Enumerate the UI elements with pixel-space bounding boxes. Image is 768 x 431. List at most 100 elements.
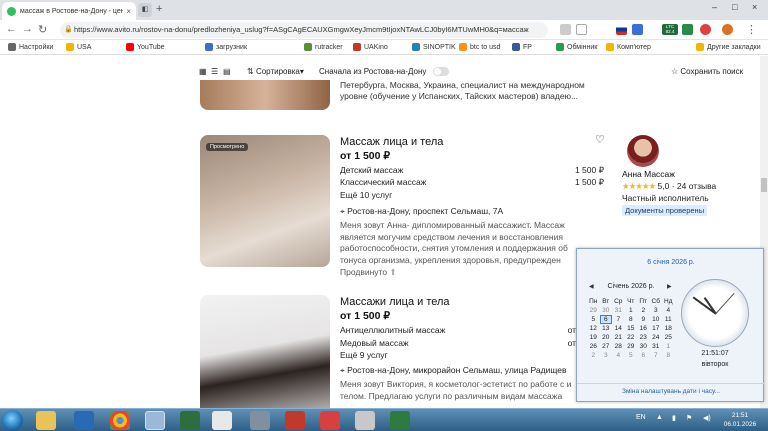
calendar-day[interactable]: 7 xyxy=(612,315,625,324)
calendar-day[interactable]: 22 xyxy=(625,333,638,342)
browser-menu-icon[interactable]: ⋮ xyxy=(746,23,757,36)
calendar-day[interactable]: 2 xyxy=(587,351,600,360)
calendar-day[interactable]: 1 xyxy=(662,342,675,351)
calendar-day[interactable]: 15 xyxy=(625,324,638,333)
rostov-first-toggle[interactable] xyxy=(433,67,449,76)
listing-title[interactable]: Массажи лица и тела xyxy=(340,296,450,308)
date-time-settings-link[interactable]: Зміна налаштувань дати і часу... xyxy=(577,383,765,403)
listing-image-previous[interactable] xyxy=(200,80,330,110)
url-input[interactable]: 🔒 https://www.avito.ru/rostov-na-donu/pr… xyxy=(60,22,548,38)
calendar-day[interactable]: 6 xyxy=(637,351,650,360)
ltc-price-badge[interactable]: LTC 82.4 xyxy=(662,24,678,35)
app-icon[interactable] xyxy=(320,411,340,430)
browser-tab-active[interactable]: массаж в Ростове-на-Дону - цен × xyxy=(2,2,136,20)
profile-avatar[interactable] xyxy=(722,24,733,35)
webroot-icon[interactable] xyxy=(74,411,94,430)
more-services-link[interactable]: Ещё 10 услуг xyxy=(340,190,392,200)
calendar-day[interactable]: 8 xyxy=(662,351,675,360)
back-arrow-icon[interactable]: ← xyxy=(6,23,17,35)
tray-expand-icon[interactable]: ▲ xyxy=(656,414,663,421)
calendar-day[interactable]: 4 xyxy=(662,306,675,315)
language-indicator[interactable]: EN xyxy=(636,414,646,421)
volume-icon[interactable]: ◀) xyxy=(703,414,711,422)
calendar-day[interactable]: 31 xyxy=(612,306,625,315)
extension-icon[interactable] xyxy=(632,24,643,35)
seller-name[interactable]: Анна Массаж xyxy=(622,169,675,179)
calendar-day[interactable]: 29 xyxy=(587,306,600,315)
listing-title[interactable]: Массаж лица и тела xyxy=(340,136,443,148)
share-icon[interactable] xyxy=(560,24,571,35)
calendar-day[interactable]: 5 xyxy=(625,351,638,360)
bookmark-computer[interactable]: Комп'ютер xyxy=(606,43,651,51)
sort-dropdown[interactable]: ⇅ Сортировка▾ xyxy=(247,67,304,76)
calendar-day-today[interactable]: 6 xyxy=(599,315,612,324)
security-icon[interactable] xyxy=(250,411,270,430)
calendar-day[interactable]: 29 xyxy=(625,342,638,351)
calendar-day[interactable]: 3 xyxy=(600,351,613,360)
player-icon[interactable] xyxy=(212,411,232,430)
bookmark-btc[interactable]: btc to usd xyxy=(459,43,500,51)
media-icon[interactable] xyxy=(180,411,200,430)
calendar-day[interactable]: 25 xyxy=(662,333,675,342)
minimize-button[interactable]: – xyxy=(712,2,717,12)
calendar-day[interactable]: 7 xyxy=(650,351,663,360)
more-services-link[interactable]: Ещё 9 услуг xyxy=(340,350,388,360)
star-bookmark-icon[interactable] xyxy=(576,24,587,35)
expand-description-link[interactable]: Продвинуто ⬆ xyxy=(340,267,397,278)
extension-icon-3[interactable] xyxy=(700,24,711,35)
calendar-day[interactable]: 19 xyxy=(587,333,600,342)
bookmark-zagruznik[interactable]: загрузник xyxy=(205,43,247,51)
browser-tab-2[interactable]: ◧ xyxy=(138,3,152,17)
calendar-day[interactable]: 26 xyxy=(587,342,600,351)
calendar-day[interactable]: 3 xyxy=(650,306,663,315)
calendar-day[interactable]: 5 xyxy=(587,315,600,324)
calendar-day[interactable]: 13 xyxy=(600,324,613,333)
chrome-icon[interactable] xyxy=(110,411,130,430)
bookmark-sinoptik[interactable]: SINOPTIK xyxy=(412,43,456,51)
calendar-day[interactable]: 28 xyxy=(612,342,625,351)
calendar-day[interactable]: 1 xyxy=(625,306,638,315)
calendar-day[interactable]: 30 xyxy=(600,306,613,315)
app-icon-3[interactable] xyxy=(390,411,410,430)
tab-close-icon[interactable]: × xyxy=(126,7,131,16)
calendar-day[interactable]: 2 xyxy=(637,306,650,315)
listing-image[interactable] xyxy=(200,135,330,267)
calendar-day[interactable]: 24 xyxy=(650,333,663,342)
calendar-day[interactable]: 17 xyxy=(650,324,663,333)
start-button[interactable] xyxy=(2,410,23,431)
bookmark-other[interactable]: Другие закладки xyxy=(696,43,761,51)
calendar-day[interactable]: 16 xyxy=(637,324,650,333)
calendar-day[interactable]: 12 xyxy=(587,324,600,333)
calendar-day[interactable]: 14 xyxy=(612,324,625,333)
calendar-day[interactable]: 21 xyxy=(612,333,625,342)
calendar-day[interactable]: 8 xyxy=(625,315,638,324)
calendar-day[interactable]: 11 xyxy=(662,315,675,324)
maximize-button[interactable]: □ xyxy=(732,2,737,12)
list-view-icon[interactable]: ☰ xyxy=(211,67,218,76)
calendar-day[interactable]: 18 xyxy=(662,324,675,333)
bookmark-uakino[interactable]: UAKino xyxy=(353,43,388,51)
close-window-button[interactable]: × xyxy=(752,2,757,12)
bookmark-obminnik[interactable]: Обмінник xyxy=(556,43,597,51)
save-search-button[interactable]: ☆ Сохранить поиск xyxy=(671,67,743,76)
aida64-icon[interactable] xyxy=(285,411,305,430)
ie-icon[interactable] xyxy=(145,411,165,430)
network-icon[interactable]: ▮ xyxy=(672,414,676,422)
calendar-day[interactable]: 10 xyxy=(650,315,663,324)
calendar-day[interactable]: 23 xyxy=(637,333,650,342)
bookmark-youtube[interactable]: YouTube xyxy=(126,43,165,51)
bookmark-usa[interactable]: USA xyxy=(66,43,91,51)
app-icon-2[interactable] xyxy=(355,411,375,430)
map-view-icon[interactable]: ▤ xyxy=(223,67,231,76)
favorite-heart-icon[interactable]: ♡ xyxy=(595,133,605,146)
calendar-day[interactable]: 31 xyxy=(650,342,663,351)
bookmark-rutracker[interactable]: rutracker xyxy=(304,43,343,51)
calendar-day[interactable]: 20 xyxy=(600,333,613,342)
action-center-icon[interactable]: ⚑ xyxy=(686,414,692,422)
flag-extension-icon[interactable] xyxy=(616,24,627,35)
calendar-day[interactable]: 4 xyxy=(612,351,625,360)
forward-arrow-icon[interactable]: → xyxy=(22,23,33,35)
calendar-date-header[interactable]: 6 січня 2026 р. xyxy=(577,259,765,266)
new-tab-button[interactable]: + xyxy=(156,3,162,15)
bookmark-settings[interactable]: Настройки xyxy=(8,43,53,51)
